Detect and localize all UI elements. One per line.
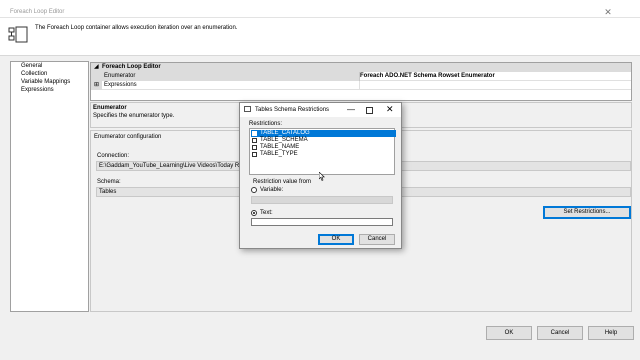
close-icon[interactable]: ✕	[600, 6, 616, 18]
foreach-container-icon	[8, 26, 28, 43]
description-text: Specifies the enumerator type.	[93, 113, 175, 119]
close-icon[interactable]: ✕	[386, 104, 394, 115]
restrictions-label: Restrictions:	[249, 121, 283, 127]
restriction-item-table-name[interactable]: TABLE_NAME	[251, 144, 396, 151]
row-margin	[91, 72, 102, 81]
restrictions-list[interactable]: TABLE_CATALOG TABLE_SCHEMA TABLE_NAME TA…	[249, 128, 396, 175]
variable-select[interactable]	[251, 196, 393, 204]
nav-item-variable-mappings[interactable]: Variable Mappings	[21, 79, 70, 85]
grid-category-row[interactable]: ◢ Foreach Loop Editor	[91, 63, 631, 72]
footer-ok-button[interactable]: OK	[486, 326, 532, 340]
nav-item-general[interactable]: General	[21, 63, 42, 69]
restriction-label: TABLE_NAME	[260, 144, 300, 150]
navigation-pane: General Collection Variable Mappings Exp…	[10, 61, 89, 312]
grid-category-label: Foreach Loop Editor	[102, 64, 161, 70]
connection-label: Connection:	[97, 153, 130, 159]
nav-item-collection[interactable]: Collection	[21, 71, 47, 77]
restriction-item-table-catalog[interactable]: TABLE_CATALOG	[251, 130, 396, 137]
text-radio[interactable]	[251, 210, 257, 216]
variable-radio[interactable]	[251, 187, 257, 193]
footer-cancel-button[interactable]: Cancel	[537, 326, 583, 340]
dialog-cancel-button[interactable]: Cancel	[359, 234, 395, 245]
footer-help-button[interactable]: Help	[588, 326, 634, 340]
variable-label: Variable:	[260, 187, 284, 193]
restriction-value-from-label: Restriction value from	[253, 179, 312, 185]
property-name: Expressions	[102, 81, 360, 90]
property-value[interactable]	[360, 81, 631, 90]
restriction-checkbox[interactable]	[252, 138, 257, 143]
maximize-icon[interactable]	[366, 107, 373, 114]
grid-row-enumerator[interactable]: Enumerator Foreach ADO.NET Schema Rowset…	[91, 72, 631, 81]
dialog-titlebar: Tables Schema Restrictions — ✕	[240, 103, 401, 117]
editor-header: The Foreach Loop container allows execut…	[0, 18, 640, 56]
restriction-item-table-type[interactable]: TABLE_TYPE	[251, 151, 396, 158]
dialog-window-icon	[244, 106, 251, 112]
dialog-title: Tables Schema Restrictions	[255, 107, 330, 113]
minimize-icon[interactable]: —	[347, 105, 355, 114]
connection-field-extension	[401, 161, 631, 171]
dialog-ok-button[interactable]: OK	[318, 234, 354, 245]
description-title: Enumerator	[93, 105, 127, 111]
restriction-label: TABLE_SCHEMA	[260, 137, 308, 143]
foreach-loop-editor-window: Foreach Loop Editor ✕ The Foreach Loop c…	[0, 0, 640, 360]
window-titlebar: Foreach Loop Editor ✕	[0, 0, 640, 18]
window-title: Foreach Loop Editor	[10, 9, 65, 15]
connection-field[interactable]: E:\Gaddam_YouTube_Learning\Live Videos\T…	[96, 161, 244, 171]
schema-select[interactable]: Tables	[96, 187, 244, 197]
nav-item-expressions[interactable]: Expressions	[21, 87, 54, 93]
text-input[interactable]	[251, 218, 393, 226]
collapse-icon[interactable]: ◢	[94, 63, 99, 70]
set-restrictions-button[interactable]: Set Restrictions...	[543, 206, 631, 219]
restriction-checkbox[interactable]	[252, 145, 257, 150]
configuration-title: Enumerator configuration	[94, 134, 162, 140]
expand-icon[interactable]: ⊞	[91, 81, 102, 90]
restriction-label: TABLE_CATALOG	[260, 130, 310, 136]
mouse-cursor-icon	[319, 172, 325, 181]
property-grid: ◢ Foreach Loop Editor Enumerator Foreach…	[90, 62, 632, 101]
property-value[interactable]: Foreach ADO.NET Schema Rowset Enumerator	[360, 72, 631, 81]
restriction-checkbox[interactable]	[252, 152, 257, 157]
text-label: Text:	[260, 210, 273, 216]
schema-select-extension	[401, 187, 631, 197]
restriction-item-table-schema[interactable]: TABLE_SCHEMA	[251, 137, 396, 144]
restriction-label: TABLE_TYPE	[260, 151, 298, 157]
header-description: The Foreach Loop container allows execut…	[35, 25, 238, 31]
grid-row-expressions[interactable]: ⊞ Expressions	[91, 81, 631, 90]
schema-label: Schema:	[97, 179, 121, 185]
restriction-checkbox[interactable]	[252, 131, 257, 136]
property-name: Enumerator	[102, 72, 360, 81]
